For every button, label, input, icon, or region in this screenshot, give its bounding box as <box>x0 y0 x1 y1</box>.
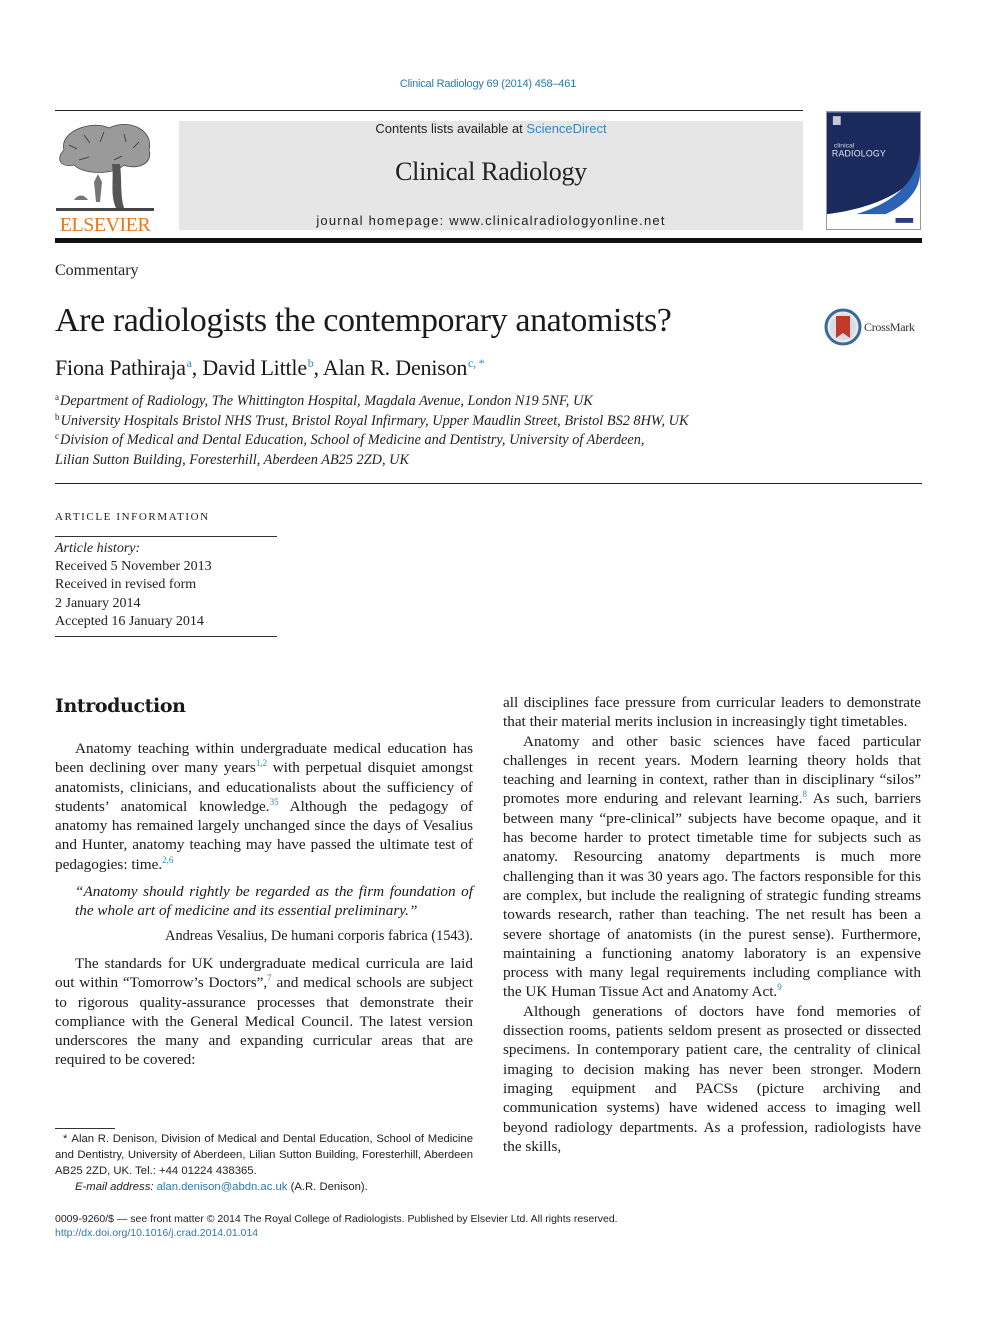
contents-prefix: Contents lists available at <box>375 121 527 136</box>
author-separator: , <box>191 355 203 380</box>
article-history: Article history: Received 5 November 201… <box>55 540 212 631</box>
author-affiliation-marker[interactable]: c, * <box>467 356 485 370</box>
article-history-label: Article history: <box>55 541 141 556</box>
sciencedirect-link[interactable]: ScienceDirect <box>526 121 606 136</box>
affiliation-item: bUniversity Hospitals Bristol NHS Trust,… <box>55 411 689 429</box>
body-column-right: all disciplines face pressure from curri… <box>503 693 921 1156</box>
elsevier-logo[interactable]: ELSEVIER <box>54 120 156 236</box>
journal-cover-image: clinical RADIOLOGY <box>827 112 920 229</box>
history-line: Received in revised form <box>55 577 197 593</box>
journal-citation-link[interactable]: Clinical Radiology 69 (2014) 458–461 <box>0 78 976 90</box>
footnote-marker: * <box>63 1133 68 1145</box>
affiliation-key: c <box>55 431 59 441</box>
email-label: E-mail address: <box>75 1181 154 1193</box>
copyright-line: 0009-9260/$ — see front matter © 2014 Th… <box>55 1213 618 1225</box>
affiliation-key: b <box>55 411 60 422</box>
crossmark-button[interactable]: CrossMark <box>824 308 924 346</box>
affiliation-item: cDivision of Medical and Dental Educatio… <box>55 431 645 449</box>
journal-cover-thumbnail[interactable]: clinical RADIOLOGY <box>826 111 921 230</box>
article-type: Commentary <box>55 262 139 279</box>
body-paragraph: all disciplines face pressure from curri… <box>503 694 921 731</box>
history-line: Accepted 16 January 2014 <box>55 613 204 629</box>
body-paragraph: Anatomy and other basic sciences have fa… <box>503 732 922 1001</box>
article-info-divider <box>55 636 277 637</box>
affiliations: aDepartment of Radiology, The Whittingto… <box>55 392 875 470</box>
journal-homepage-link[interactable]: journal homepage: www.clinicalradiologyo… <box>179 213 803 228</box>
author-name[interactable]: Alan R. Denison <box>323 355 467 380</box>
author-separator: , <box>313 355 323 380</box>
section-heading-introduction: Introduction <box>55 695 186 717</box>
journal-masthead: Contents lists available at ScienceDirec… <box>179 121 803 230</box>
citation-link[interactable]: 9 <box>777 982 782 992</box>
body-paragraph: Although generations of doctors have fon… <box>503 1002 921 1155</box>
crossmark-icon <box>824 308 862 346</box>
epigraph-quote: “Anatomy should rightly be regarded as t… <box>75 883 473 920</box>
footnote-address: * Alan R. Denison, Division of Medical an… <box>55 1133 473 1177</box>
section-divider <box>55 483 922 484</box>
top-divider <box>55 110 803 111</box>
elsevier-wordmark: ELSEVIER <box>59 214 151 236</box>
quote-attribution: Andreas Vesalius, De humani corporis fab… <box>165 927 473 944</box>
article-info-divider <box>55 536 277 537</box>
email-link[interactable]: alan.denison@abdn.ac.uk <box>157 1181 288 1193</box>
crossmark-label: CrossMark <box>864 320 915 334</box>
journal-title: Clinical Radiology <box>395 157 587 186</box>
page-footer: 0009-9260/$ — see front matter © 2014 Th… <box>55 1212 618 1240</box>
footnote-email: E-mail address: alan.denison@abdn.ac.uk … <box>75 1181 368 1193</box>
citation-link[interactable]: 1,2 <box>256 758 267 768</box>
affiliation-item: aDepartment of Radiology, The Whittingto… <box>55 392 593 410</box>
citation-link[interactable]: 2,6 <box>162 855 173 865</box>
doi-link[interactable]: http://dx.doi.org/10.1016/j.crad.2014.01… <box>55 1226 618 1240</box>
body-paragraph: The standards for UK undergraduate medic… <box>55 954 474 1069</box>
header-thick-divider <box>55 238 922 243</box>
author-affiliation-marker[interactable]: b <box>307 356 314 370</box>
contents-line: Contents lists available at ScienceDirec… <box>179 121 803 136</box>
body-column-left: Introduction Anatomy teaching within und… <box>55 695 473 1070</box>
article-info-heading: ARTICLE INFORMATION <box>55 511 210 523</box>
history-line: Received 5 November 2013 <box>55 559 212 575</box>
footnote-divider <box>55 1128 115 1129</box>
author-name[interactable]: David Little <box>202 355 307 380</box>
history-line: 2 January 2014 <box>55 595 141 611</box>
cover-title-large: RADIOLOGY <box>832 148 886 158</box>
corresponding-author-footnote: * Alan R. Denison, Division of Medical an… <box>55 1131 473 1195</box>
affiliation-key: a <box>55 392 59 402</box>
article-title: Are radiologists the contemporary anatom… <box>55 302 672 339</box>
elsevier-tree-icon <box>56 124 154 211</box>
affiliation-item: Lilian Sutton Building, Foresterhill, Ab… <box>55 451 409 468</box>
author-list: Fiona Pathiraja a, David Little b, Alan … <box>55 355 485 381</box>
author-name[interactable]: Fiona Pathiraja <box>55 355 186 380</box>
body-paragraph: Anatomy teaching within undergraduate me… <box>55 740 473 873</box>
citation-link[interactable]: 35 <box>270 797 279 807</box>
